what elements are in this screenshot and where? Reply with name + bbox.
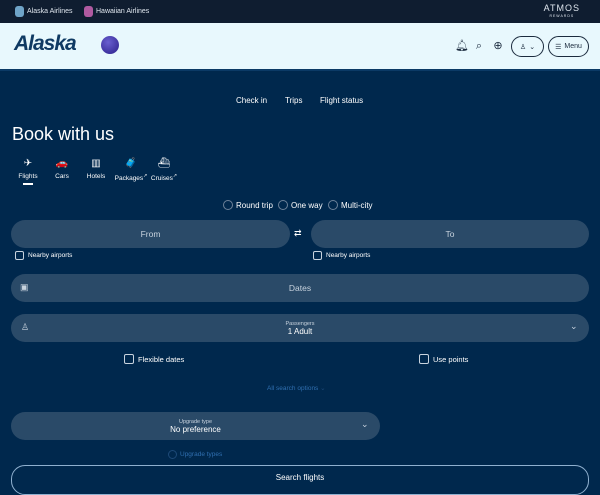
nearby-airports-from-checkbox[interactable]: Nearby airports bbox=[15, 251, 72, 260]
rewards-text: REWARDS bbox=[549, 14, 575, 18]
upgrade-type-value: No preference bbox=[170, 424, 221, 434]
user-icon: ♙ bbox=[21, 322, 30, 332]
radio-multi-city[interactable]: Multi-city bbox=[328, 200, 373, 210]
hawaiian-airlines-link[interactable]: Hawaiian Airlines bbox=[84, 6, 149, 17]
to-input[interactable]: To bbox=[311, 220, 589, 248]
nearby-airports-to-checkbox[interactable]: Nearby airports bbox=[313, 251, 370, 260]
hawaiian-tail-icon bbox=[84, 6, 93, 17]
link-label: All search options bbox=[267, 385, 319, 392]
search-flights-button[interactable]: Search flights bbox=[11, 465, 589, 495]
tab-packages[interactable]: 🧳 Packages↗ bbox=[113, 158, 149, 182]
nav-flight-status[interactable]: Flight status bbox=[320, 96, 363, 105]
active-tab-indicator bbox=[23, 183, 33, 185]
checkbox-box bbox=[419, 354, 429, 364]
menu-label: Menu bbox=[564, 43, 582, 50]
all-search-options-link[interactable]: All search options ⌄ bbox=[267, 384, 326, 392]
external-link-icon: ↗ bbox=[143, 173, 148, 179]
packages-icon: 🧳 bbox=[124, 158, 138, 169]
checkbox-box bbox=[124, 354, 134, 364]
link-label: Upgrade types bbox=[180, 451, 223, 458]
radio-label: One way bbox=[291, 200, 323, 210]
tab-flights[interactable]: ✈ Flights bbox=[13, 158, 43, 185]
button-label: Search flights bbox=[275, 473, 325, 482]
globe-icon[interactable]: ⊕ bbox=[492, 40, 504, 52]
checkbox-label: Flexible dates bbox=[138, 354, 185, 364]
bell-icon[interactable]: 🔔︎ bbox=[455, 40, 469, 52]
account-button[interactable]: ♙ ⌄ bbox=[511, 36, 544, 57]
chevron-down-icon: ⌄ bbox=[570, 321, 578, 331]
info-icon bbox=[168, 450, 177, 459]
cruise-icon: ⛴ bbox=[157, 158, 171, 169]
from-placeholder: From bbox=[140, 229, 161, 239]
radio-circle bbox=[223, 200, 233, 210]
nav-trips[interactable]: Trips bbox=[285, 96, 302, 105]
radio-label: Round trip bbox=[236, 200, 273, 210]
flexible-dates-checkbox[interactable]: Flexible dates bbox=[124, 354, 184, 364]
tab-label: Packages bbox=[114, 175, 144, 183]
chevron-down-icon: ⌄ bbox=[529, 43, 536, 51]
checkbox-label: Nearby airports bbox=[326, 252, 371, 259]
search-icon[interactable]: ⌕ bbox=[473, 40, 485, 52]
dates-placeholder: Dates bbox=[288, 283, 312, 293]
chevron-down-icon: ⌄ bbox=[320, 385, 326, 392]
radio-circle bbox=[328, 200, 338, 210]
tab-cruises[interactable]: ⛴ Cruises↗ bbox=[148, 158, 180, 182]
alaska-airlines-link[interactable]: Alaska Airlines bbox=[15, 6, 73, 17]
radio-label: Multi-city bbox=[341, 200, 373, 210]
from-input[interactable]: From bbox=[11, 220, 290, 248]
plane-icon: ✈ bbox=[23, 158, 33, 169]
header: Alaska 🔔︎ ⌕ ⊕ ♙ ⌄ ☰ Menu bbox=[0, 23, 600, 71]
page-title: Book with us bbox=[12, 124, 115, 144]
checkbox-label: Nearby airports bbox=[28, 252, 73, 259]
external-link-icon: ↗ bbox=[172, 173, 178, 179]
tab-cars[interactable]: 🚗 Cars bbox=[47, 158, 77, 180]
checkbox-label: Use points bbox=[433, 354, 469, 364]
user-icon: ♙ bbox=[519, 43, 527, 51]
top-bar: Alaska Airlines Hawaiian Airlines ATMOS R… bbox=[0, 0, 600, 23]
car-icon: 🚗 bbox=[55, 158, 69, 169]
hotel-icon: ▥ bbox=[91, 158, 101, 169]
atmos-rewards-logo[interactable]: ATMOS REWARDS bbox=[544, 4, 580, 20]
alaska-logo[interactable]: Alaska bbox=[14, 32, 77, 56]
checkbox-box bbox=[15, 251, 24, 260]
passengers-select[interactable]: Passengers 1 Adult bbox=[11, 314, 589, 342]
tab-label: Cruises bbox=[150, 175, 173, 183]
upgrade-type-select[interactable]: Upgrade type No preference bbox=[11, 412, 380, 440]
calendar-icon: ▣ bbox=[20, 282, 29, 292]
menu-button[interactable]: ☰ Menu bbox=[548, 36, 589, 57]
nav-check-in[interactable]: Check in bbox=[236, 96, 267, 105]
tab-hotels[interactable]: ▥ Hotels bbox=[81, 158, 111, 180]
passengers-value: 1 Adult bbox=[287, 326, 313, 336]
hamburger-icon: ☰ bbox=[555, 43, 562, 51]
to-placeholder: To bbox=[445, 229, 455, 239]
use-points-checkbox[interactable]: Use points bbox=[419, 354, 468, 364]
tab-label: Cars bbox=[55, 173, 69, 180]
tab-label: Hotels bbox=[86, 173, 106, 180]
alaska-tail-icon bbox=[15, 6, 24, 17]
alaska-label: Alaska Airlines bbox=[27, 8, 73, 15]
dates-input[interactable]: Dates bbox=[11, 274, 589, 302]
hawaiian-label: Hawaiian Airlines bbox=[96, 8, 150, 15]
radio-circle bbox=[278, 200, 288, 210]
tab-label: Flights bbox=[18, 173, 38, 180]
radio-one-way[interactable]: One way bbox=[278, 200, 323, 210]
chevron-down-icon: ⌄ bbox=[361, 419, 369, 429]
upgrade-types-link[interactable]: Upgrade types bbox=[168, 450, 222, 459]
swap-icon[interactable]: ⇄ bbox=[294, 228, 302, 239]
radio-round-trip[interactable]: Round trip bbox=[223, 200, 273, 210]
checkbox-box bbox=[313, 251, 322, 260]
oneworld-badge-icon bbox=[101, 36, 119, 54]
